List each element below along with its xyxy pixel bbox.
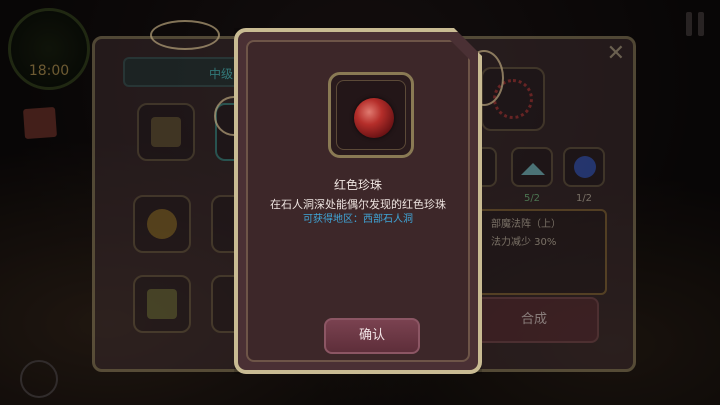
item-name: 红色珍珠	[333, 178, 382, 192]
material-slot-3[interactable]	[563, 147, 605, 187]
item-icon-frame-inner	[336, 80, 406, 150]
vine-decoration	[150, 20, 220, 50]
charm-icon	[147, 209, 177, 239]
item-source-location: 可获得地区：西部石人洞	[303, 214, 413, 225]
confirm-button[interactable]: 确认	[324, 318, 420, 354]
crafting-category-panel: 中级	[92, 36, 273, 372]
recipe-desc-line-2: 法力减少 30%	[491, 237, 557, 248]
book-icon	[151, 117, 181, 147]
close-icon[interactable]: ✕	[607, 43, 625, 65]
herb-icon	[147, 289, 177, 319]
tab-intermediate-label: 中级	[209, 67, 234, 81]
item-info-dialog-inner: 红色珍珠 在石人洞深处能偶尔发现的红色珍珠 可获得地区：西部石人洞 确认	[246, 40, 470, 362]
craft-button[interactable]: 合成	[469, 297, 599, 343]
recipe-slot-charm[interactable]	[133, 195, 191, 253]
material-slot-2[interactable]	[511, 147, 553, 187]
red-pearl-icon	[354, 98, 394, 138]
item-info-dialog: 红色珍珠 在石人洞深处能偶尔发现的红色珍珠 可获得地区：西部石人洞 确认	[234, 28, 482, 374]
recipe-slot-herb[interactable]	[133, 275, 191, 333]
recipe-desc-line-1: 部魔法阵（上）	[491, 219, 561, 230]
tab-intermediate[interactable]: 中级	[123, 57, 245, 87]
blue-orb-icon	[574, 156, 596, 178]
item-icon-frame	[328, 72, 414, 158]
crystal-dust-icon	[521, 163, 545, 175]
material-count-3: 1/2	[575, 193, 593, 204]
material-count-2: 5/2	[523, 193, 541, 204]
recipe-slot-book[interactable]	[137, 103, 195, 161]
